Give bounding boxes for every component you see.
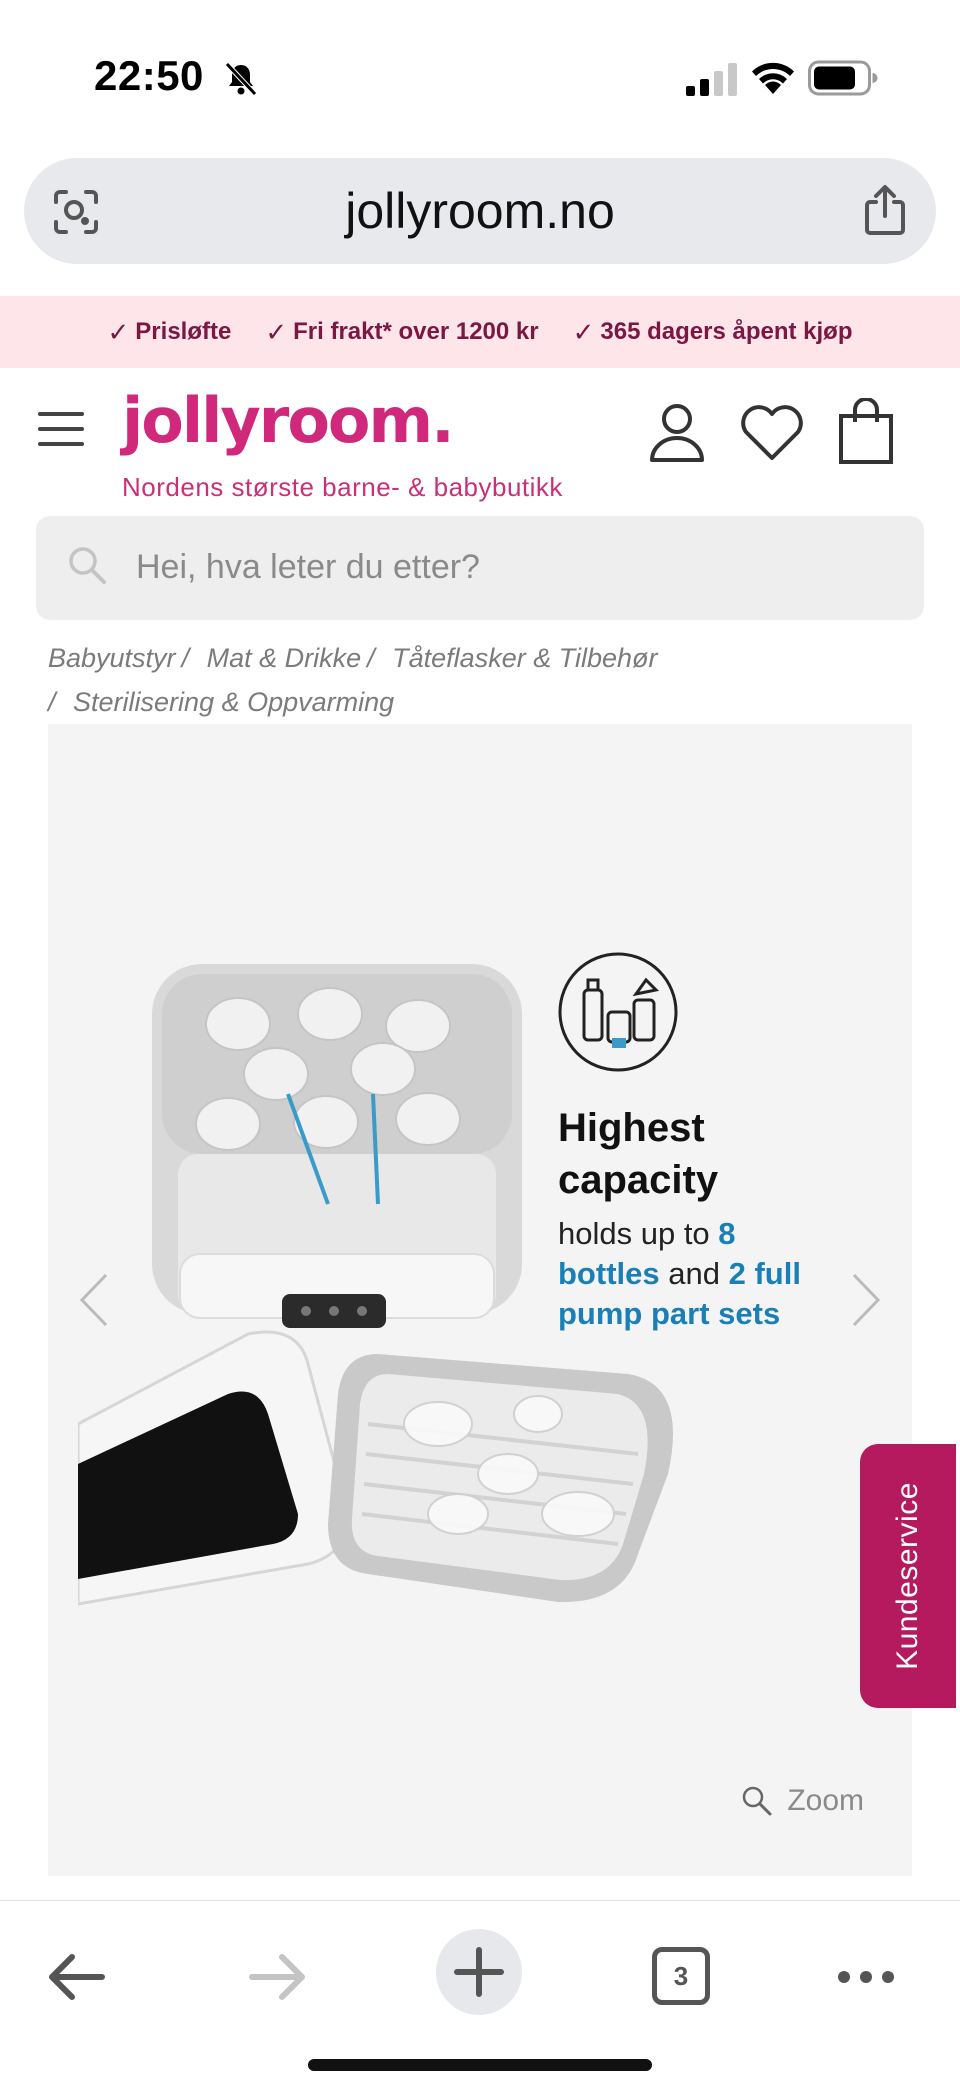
status-bar: 22:50: [0, 0, 960, 150]
account-icon[interactable]: [648, 402, 706, 462]
usp-bar: ✓ Prisløfte ✓ Fri frakt* over 1200 kr ✓ …: [0, 296, 960, 368]
wifi-icon: [752, 62, 794, 94]
usp-label: Prisløfte: [135, 318, 232, 345]
url-text[interactable]: jollyroom.no: [24, 182, 936, 240]
home-indicator: [308, 2059, 652, 2071]
breadcrumb-link[interactable]: Sterilisering & Oppvarming: [73, 687, 394, 717]
bell-muted-icon: [225, 62, 257, 96]
menu-icon[interactable]: [38, 412, 84, 446]
check-icon: ✓: [572, 316, 595, 347]
address-bar[interactable]: jollyroom.no: [24, 158, 936, 264]
signal-icon: [686, 63, 737, 96]
share-icon[interactable]: [862, 184, 908, 236]
product-gallery[interactable]: Highest capacity holds up to 8 bottles an…: [48, 724, 912, 1876]
feature-title: Highest capacity: [558, 1106, 719, 1202]
plus-icon: [454, 1947, 504, 1997]
breadcrumb: Babyutstyr / Mat & Drikke / Tåteflasker & …: [48, 643, 658, 717]
usp-item: ✓ Fri frakt* over 1200 kr: [265, 317, 538, 348]
breadcrumb-link[interactable]: Tåteflasker & Tilbehør: [392, 643, 657, 673]
previous-image-arrow-icon[interactable]: [72, 1269, 116, 1331]
usp-item: ✓ Prisløfte: [108, 317, 232, 348]
cart-bag-icon[interactable]: [838, 398, 894, 464]
next-image-arrow-icon[interactable]: [844, 1269, 888, 1331]
search-bar[interactable]: [36, 516, 924, 620]
customer-service-tab[interactable]: Kundeservice: [860, 1444, 956, 1708]
check-icon: ✓: [265, 316, 288, 347]
site-header: jollyroom. Nordens største barne- & baby…: [0, 368, 960, 508]
check-icon: ✓: [107, 316, 130, 347]
status-time: 22:50: [94, 52, 204, 99]
tab-switcher-button[interactable]: 3: [652, 1947, 710, 2005]
more-dots-icon[interactable]: [836, 1967, 896, 1987]
feature-description: holds up to 8 bottles and 2 full pump pa…: [558, 1216, 801, 1331]
breadcrumb-link[interactable]: Mat & Drikke: [207, 643, 362, 673]
forward-arrow-icon[interactable]: [248, 1951, 308, 2003]
zoom-magnifier-icon: [743, 1786, 772, 1816]
breadcrumb-link[interactable]: Babyutstyr: [48, 643, 176, 673]
customer-service-label: Kundeservice: [891, 1482, 924, 1670]
bottles-feature-icon: [558, 952, 678, 1072]
usp-item: ✓ 365 dagers åpent kjøp: [573, 317, 853, 348]
logo[interactable]: jollyroom.: [122, 384, 455, 457]
usp-label: Fri frakt* over 1200 kr: [293, 318, 539, 345]
search-input[interactable]: [136, 542, 896, 592]
back-arrow-icon[interactable]: [46, 1951, 106, 2003]
new-tab-button[interactable]: [436, 1929, 522, 2015]
zoom-button[interactable]: Zoom: [741, 1784, 864, 1818]
usp-label: 365 dagers åpent kjøp: [600, 318, 853, 345]
search-icon: [69, 547, 106, 584]
wishlist-heart-icon[interactable]: [738, 404, 806, 462]
zoom-label: Zoom: [787, 1784, 864, 1817]
browser-toolbar: 3: [0, 1900, 960, 2087]
battery-icon: [808, 60, 878, 96]
tagline: Nordens største barne- & babybutikk: [122, 472, 563, 502]
